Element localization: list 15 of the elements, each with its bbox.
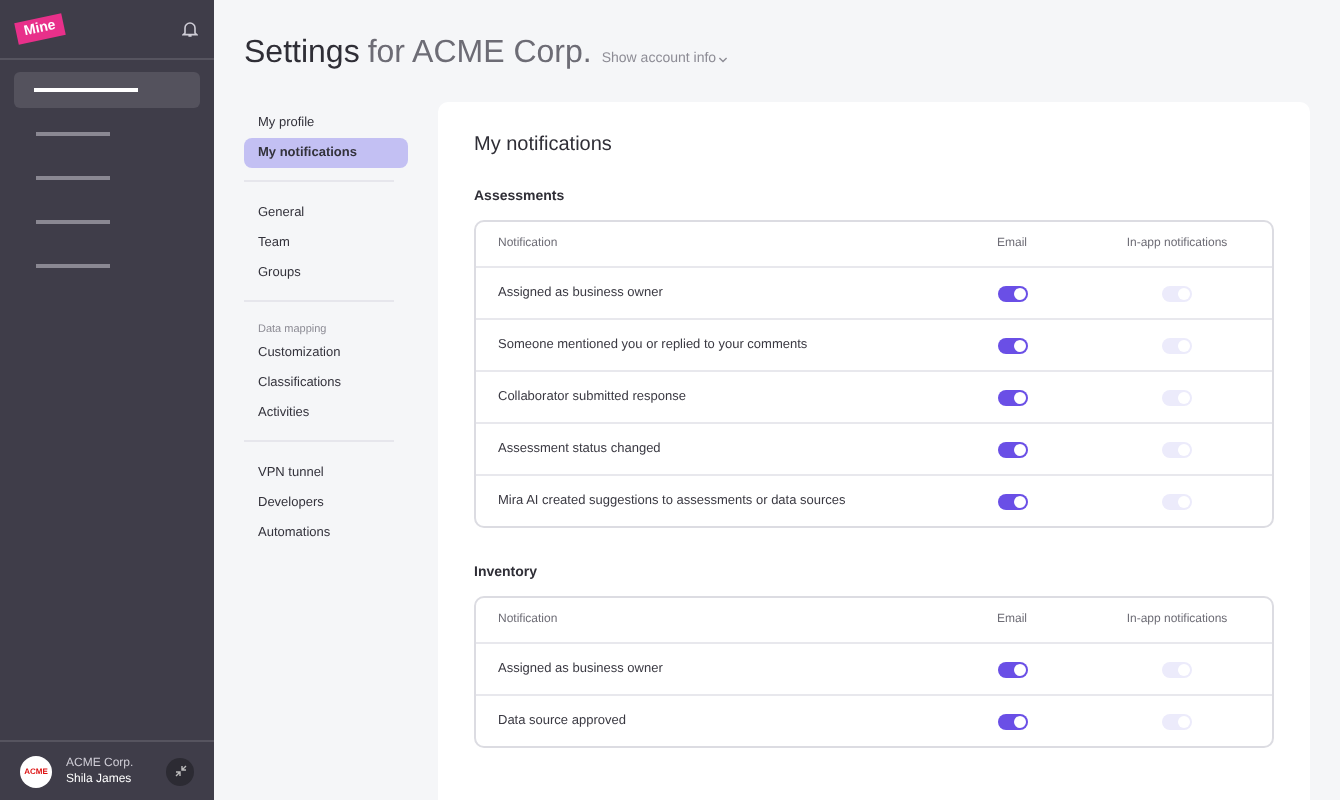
email-toggle[interactable] — [997, 389, 1027, 405]
card-title: My notifications — [474, 134, 614, 156]
page-title: Settings — [244, 36, 360, 72]
email-toggle[interactable] — [997, 493, 1027, 509]
email-toggle[interactable] — [997, 337, 1027, 353]
collapse-button[interactable] — [166, 757, 194, 785]
email-toggle[interactable] — [997, 441, 1027, 457]
email-toggle[interactable] — [997, 713, 1027, 729]
chevron-down-icon — [718, 55, 729, 63]
bell-icon[interactable] — [182, 20, 198, 38]
page-subtitle: for ACME Corp. — [367, 36, 592, 72]
email-toggle[interactable] — [997, 661, 1027, 677]
email-toggle[interactable] — [997, 285, 1027, 301]
collapse-icon — [173, 764, 187, 778]
nav-item[interactable] — [14, 72, 200, 108]
